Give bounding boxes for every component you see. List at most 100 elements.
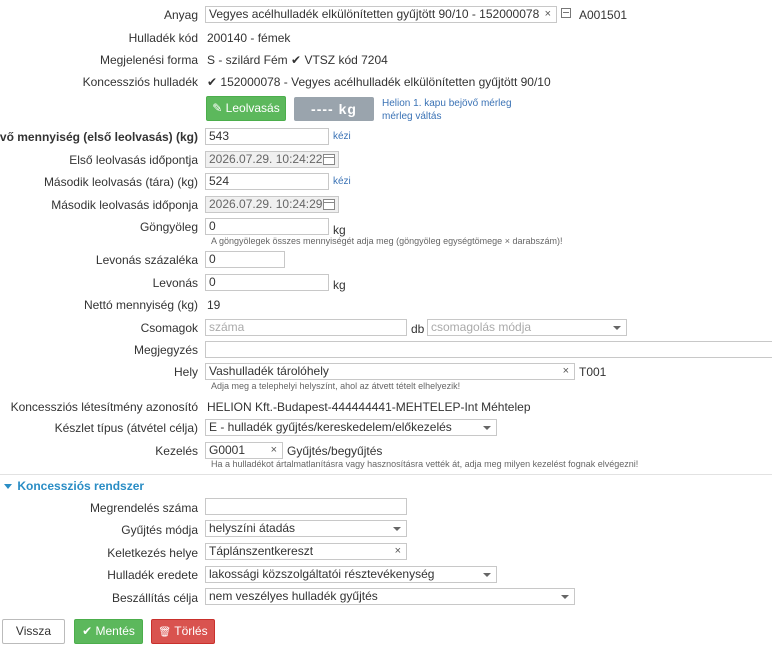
chevron-down-icon (483, 426, 491, 430)
kezeles-label: Kezelés (155, 444, 198, 458)
hulladek-eredete-value: lakossági közszolgáltatói résztevékenysé… (209, 567, 435, 581)
gongyoleg-input[interactable]: 0 (205, 218, 329, 235)
leolvasas-button[interactable]: ✎ Leolvasás (206, 96, 286, 121)
netto-value: 19 (207, 298, 221, 312)
clear-icon[interactable]: × (545, 7, 551, 22)
hulladek-eredete-select[interactable]: lakossági közszolgáltatói résztevékenysé… (205, 566, 497, 583)
megrendeles-input[interactable] (205, 498, 407, 515)
masodik-idopont-input[interactable]: 2026.07.29. 10:24:29 (205, 196, 339, 213)
chevron-down-icon (613, 326, 621, 330)
expand-icon[interactable] (561, 8, 571, 18)
save-button[interactable]: ✔ Mentés (74, 619, 143, 644)
csomagok-input[interactable]: száma (205, 319, 407, 336)
scale-name: Helion 1. kapu bejövő mérleg (382, 98, 512, 109)
trash-icon: 🗑 (158, 627, 172, 638)
back-button[interactable]: Vissza (2, 619, 65, 644)
gyujtes-modja-select[interactable]: helyszíni átadás (205, 520, 407, 537)
masodik-mode[interactable]: kézi (333, 176, 351, 187)
csomagolas-placeholder: csomagolás módja (431, 320, 532, 334)
megjegyzes-input[interactable] (205, 341, 772, 358)
caret-down-icon (4, 484, 12, 490)
masodik-idopont-value: 2026.07.29. 10:24:29 (209, 197, 323, 211)
levonas-szazalek-label: Levonás százaléka (95, 253, 198, 267)
hely-hint: Adja meg a telephelyi helyszínt, ahol az… (211, 381, 461, 391)
delete-button[interactable]: 🗑 Törlés (151, 619, 215, 644)
section-header[interactable]: Koncessziós rendszer (4, 479, 144, 493)
clear-icon[interactable]: × (395, 544, 401, 559)
gongyoleg-unit: kg (333, 223, 346, 237)
masodik-input[interactable]: 524 (205, 173, 329, 190)
hely-label: Hely (173, 365, 198, 379)
keszlet-tipus-select[interactable]: E - hulladék gyűjtés/kereskedelem/előkez… (205, 419, 497, 436)
kezeles-select[interactable]: G0001 × (205, 442, 283, 459)
check-icon: ✔ (82, 624, 93, 638)
hulladek-eredete-label: Hulladék eredete (107, 568, 198, 582)
section-title: Koncessziós rendszer (17, 479, 145, 493)
hely-value: Vashulladék tárolóhely (209, 364, 329, 378)
chevron-down-icon (483, 573, 491, 577)
calendar-icon[interactable] (323, 199, 335, 210)
chevron-down-icon (393, 527, 401, 531)
section-divider (0, 474, 772, 475)
hulladek-kod-label: Hulladék kód (128, 31, 198, 45)
kezeles-hint: Ha a hulladékot ártalmatlanításra vagy h… (211, 459, 639, 469)
gongyoleg-label: Göngyöleg (139, 220, 198, 234)
masodik-idopont-label: Második leolvasás időponja (51, 198, 198, 212)
megjegyzes-label: Megjegyzés (133, 343, 198, 357)
letesitmeny-value: HELION Kft.-Budapest-444444441-MEHTELEP-… (207, 400, 531, 414)
check-icon: ✔ (207, 75, 218, 89)
clear-icon[interactable]: × (563, 364, 569, 379)
kezeles-value: G0001 (209, 443, 246, 457)
bejovo-label: Bejövő mennyiség (első leolvasás) (kg) (0, 130, 198, 144)
bejovo-input[interactable]: 543 (205, 128, 329, 145)
megjelenesi-forma-value: S - szilárd Fém (207, 53, 288, 67)
elso-idopont-label: Első leolvasás időpontja (69, 153, 198, 167)
keletkezes-helye-value: Táplánszentkereszt (209, 544, 314, 558)
megjelenesi-forma-label: Megjelenési forma (99, 53, 198, 67)
beszallitas-celja-label: Beszállítás célja (111, 591, 198, 605)
keszlet-tipus-label: Készlet típus (átvétel célja) (54, 421, 198, 435)
gongyoleg-hint: A göngyölegek összes mennyiségét adja me… (211, 236, 563, 246)
clear-icon[interactable]: × (271, 443, 277, 458)
scale-switch-link[interactable]: mérleg váltás (382, 111, 441, 122)
masodik-label: Második leolvasás (tára) (kg) (43, 175, 198, 189)
beszallitas-celja-value: nem veszélyes hulladék gyűjtés (209, 589, 378, 603)
beszallitas-celja-select[interactable]: nem veszélyes hulladék gyűjtés (205, 588, 575, 605)
scale-display: ---- kg (294, 97, 374, 121)
keletkezes-helye-label: Keletkezés helye (107, 546, 198, 560)
levonas-szazalek-input[interactable]: 0 (205, 251, 285, 268)
koncesszios-hulladek-row: ✔ 152000078 - Vegyes acélhulladék elkülö… (207, 75, 551, 89)
hely-code: T001 (579, 365, 607, 379)
hely-select[interactable]: Vashulladék tárolóhely × (205, 363, 575, 380)
levonas-unit: kg (333, 278, 346, 292)
bejovo-mode[interactable]: kézi (333, 131, 351, 142)
keletkezes-helye-select[interactable]: Táplánszentkereszt × (205, 543, 407, 560)
gyujtes-modja-label: Gyűjtés módja (121, 523, 198, 537)
chevron-down-icon (561, 595, 569, 599)
koncesszios-hulladek-label: Koncessziós hulladék (82, 75, 198, 89)
elso-idopont-input[interactable]: 2026.07.29. 10:24:22 (205, 151, 339, 168)
elso-idopont-value: 2026.07.29. 10:24:22 (209, 152, 323, 166)
anyag-label: Anyag (163, 8, 198, 22)
letesitmeny-label: Koncessziós létesítmény azonosító (10, 400, 198, 414)
csomagok-label: Csomagok (140, 321, 198, 335)
anyag-select[interactable]: Vegyes acélhulladék elkülönítetten gyűjt… (205, 6, 557, 23)
levonas-label: Levonás (152, 276, 198, 290)
netto-label: Nettó mennyiség (kg) (83, 298, 198, 312)
hulladek-kod-value: 200140 - fémek (207, 31, 291, 45)
csomagok-unit: db (411, 322, 425, 336)
keszlet-tipus-value: E - hulladék gyűjtés/kereskedelem/előkez… (209, 420, 452, 434)
leolvasas-button-label: Leolvasás (225, 101, 280, 115)
calendar-icon[interactable] (323, 154, 335, 165)
csomagolas-select[interactable]: csomagolás módja (427, 319, 627, 336)
megjelenesi-forma-row: S - szilárd Fém ✔ VTSZ kód 7204 (207, 53, 388, 67)
check-icon: ✔ (291, 53, 302, 67)
megrendeles-label: Megrendelés száma (89, 501, 198, 515)
levonas-input[interactable]: 0 (205, 274, 329, 291)
kezeles-desc: Gyűjtés/begyűjtés (287, 444, 383, 458)
anyag-value: Vegyes acélhulladék elkülönítetten gyűjt… (209, 7, 540, 21)
save-button-label: Mentés (95, 624, 135, 638)
koncesszios-hulladek-value: 152000078 - Vegyes acélhulladék elkülöní… (220, 75, 551, 89)
pencil-icon: ✎ (212, 101, 223, 115)
vtsz-value: VTSZ kód 7204 (304, 53, 388, 67)
